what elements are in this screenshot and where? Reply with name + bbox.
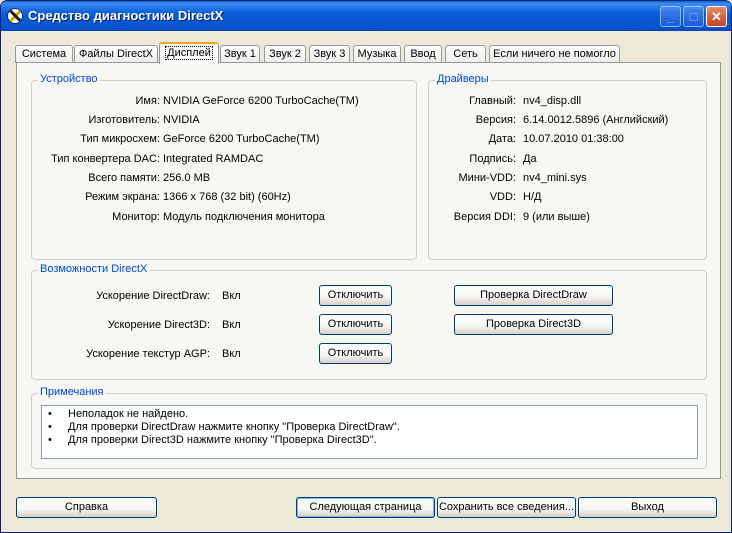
- display-mode-label: Режим экрана:: [85, 191, 160, 203]
- direct3d-accel-value: Вкл: [222, 319, 241, 331]
- display-mode-value: 1366 x 768 (32 bit) (60Hz): [163, 191, 291, 203]
- note-text: Для проверки Direct3D нажмите кнопку "Пр…: [68, 434, 377, 446]
- notes-group: Примечания • Неполадок не найдено. • Для п…: [31, 386, 707, 469]
- note-item: • Для проверки Direct3D нажмите кнопку "П…: [48, 434, 377, 446]
- driver-version-label: Версия:: [475, 114, 516, 126]
- note-bullet: •: [48, 408, 52, 420]
- directx-app-icon: [7, 8, 23, 24]
- test-directdraw-button[interactable]: Проверка DirectDraw: [454, 285, 613, 306]
- dac-type-label: Тип конвертера DAC:: [51, 153, 160, 165]
- display-tab-panel: Устройство Имя: NVIDIA GeForce 6200 Turb…: [16, 62, 721, 479]
- directx-features-title: Возможности DirectX: [38, 263, 150, 275]
- device-group-title: Устройство: [38, 73, 100, 85]
- dac-type-value: Integrated RAMDAC: [163, 153, 264, 165]
- device-name-value: NVIDIA GeForce 6200 TurboCache(TM): [163, 95, 359, 107]
- tab-network[interactable]: Сеть: [445, 45, 486, 63]
- disable-agp-texture-button[interactable]: Отключить: [319, 343, 392, 364]
- driver-version-value: 6.14.0012.5896 (Английский): [523, 114, 669, 126]
- mini-vdd-value: nv4_mini.sys: [523, 172, 587, 184]
- directdraw-accel-label: Ускорение DirectDraw:: [96, 290, 210, 302]
- chip-type-value: GeForce 6200 TurboCache(TM): [163, 133, 320, 145]
- tab-sound-2[interactable]: Звук 2: [264, 45, 306, 63]
- total-memory-value: 256.0 MB: [163, 172, 211, 184]
- total-memory-label: Всего памяти:: [88, 172, 160, 184]
- ddi-version-label: Версия DDI:: [453, 211, 516, 223]
- tab-display-label: Дисплей: [165, 46, 213, 60]
- notes-textbox[interactable]: • Неполадок не найдено. • Для проверки Dir…: [41, 405, 698, 459]
- chip-type-label: Тип микросхем:: [80, 133, 160, 145]
- driver-signed-value: Да: [523, 153, 537, 165]
- direct3d-accel-label: Ускорение Direct3D:: [107, 319, 210, 331]
- vdd-value: Н/Д: [523, 191, 542, 203]
- agp-texture-accel-value: Вкл: [222, 348, 241, 360]
- drivers-group: Драйверы Главный: nv4_disp.dll Версия: 6…: [428, 73, 707, 260]
- mini-vdd-label: Мини-VDD:: [458, 172, 516, 184]
- test-direct3d-button[interactable]: Проверка Direct3D: [454, 314, 613, 335]
- tab-sound-3[interactable]: Звук 3: [309, 45, 350, 63]
- driver-date-value: 10.07.2010 01:38:00: [523, 133, 624, 145]
- note-bullet: •: [48, 421, 52, 433]
- notes-group-title: Примечания: [38, 386, 106, 398]
- manufacturer-label: Изготовитель:: [88, 114, 161, 126]
- tab-display[interactable]: Дисплей: [159, 42, 219, 64]
- manufacturer-value: NVIDIA: [163, 114, 200, 126]
- tab-directx-files[interactable]: Файлы DirectX: [74, 45, 158, 63]
- agp-texture-accel-label: Ускорение текстур AGP:: [86, 348, 210, 360]
- driver-signed-label: Подпись:: [469, 153, 516, 165]
- tab-more-help[interactable]: Если ничего не помогло: [489, 45, 620, 63]
- note-text: Неполадок не найдено.: [68, 408, 189, 420]
- note-item: • Для проверки DirectDraw нажмите кнопку …: [48, 421, 400, 433]
- maximize-button[interactable]: □: [683, 6, 704, 27]
- next-page-button[interactable]: Следующая страница: [296, 497, 435, 518]
- window-title: Средство диагностики DirectX: [28, 8, 224, 23]
- help-button[interactable]: Справка: [16, 497, 157, 518]
- close-button[interactable]: ✕: [706, 6, 727, 27]
- device-group: Устройство Имя: NVIDIA GeForce 6200 Turb…: [31, 73, 417, 260]
- ddi-version-value: 9 (или выше): [523, 211, 590, 223]
- tab-sound-1[interactable]: Звук 1: [220, 45, 260, 63]
- drivers-group-title: Драйверы: [435, 73, 491, 85]
- directx-diagnostic-window: Средство диагностики DirectX _ □ ✕ Систе…: [0, 0, 732, 533]
- vdd-label: VDD:: [489, 191, 516, 203]
- save-all-info-button[interactable]: Сохранить все сведения...: [437, 497, 576, 518]
- directdraw-accel-value: Вкл: [222, 290, 241, 302]
- main-driver-label: Главный:: [469, 95, 516, 107]
- title-bar[interactable]: Средство диагностики DirectX _ □ ✕: [1, 1, 731, 31]
- tab-input[interactable]: Ввод: [404, 45, 442, 63]
- device-name-label: Имя:: [135, 95, 160, 107]
- note-text: Для проверки DirectDraw нажмите кнопку "…: [68, 421, 400, 433]
- tab-system[interactable]: Система: [15, 45, 73, 63]
- monitor-value: Модуль подключения монитора: [163, 211, 325, 223]
- minimize-button[interactable]: _: [660, 6, 681, 27]
- disable-directdraw-button[interactable]: Отключить: [319, 285, 392, 306]
- directx-features-group: Возможности DirectX Ускорение DirectDraw…: [31, 263, 707, 380]
- monitor-label: Монитор:: [112, 211, 160, 223]
- disable-direct3d-button[interactable]: Отключить: [319, 314, 392, 335]
- tab-music[interactable]: Музыка: [353, 45, 401, 63]
- note-item: • Неполадок не найдено.: [48, 408, 188, 420]
- exit-button[interactable]: Выход: [578, 497, 717, 518]
- main-driver-value: nv4_disp.dll: [523, 95, 582, 107]
- note-bullet: •: [48, 434, 52, 446]
- driver-date-label: Дата:: [488, 133, 516, 145]
